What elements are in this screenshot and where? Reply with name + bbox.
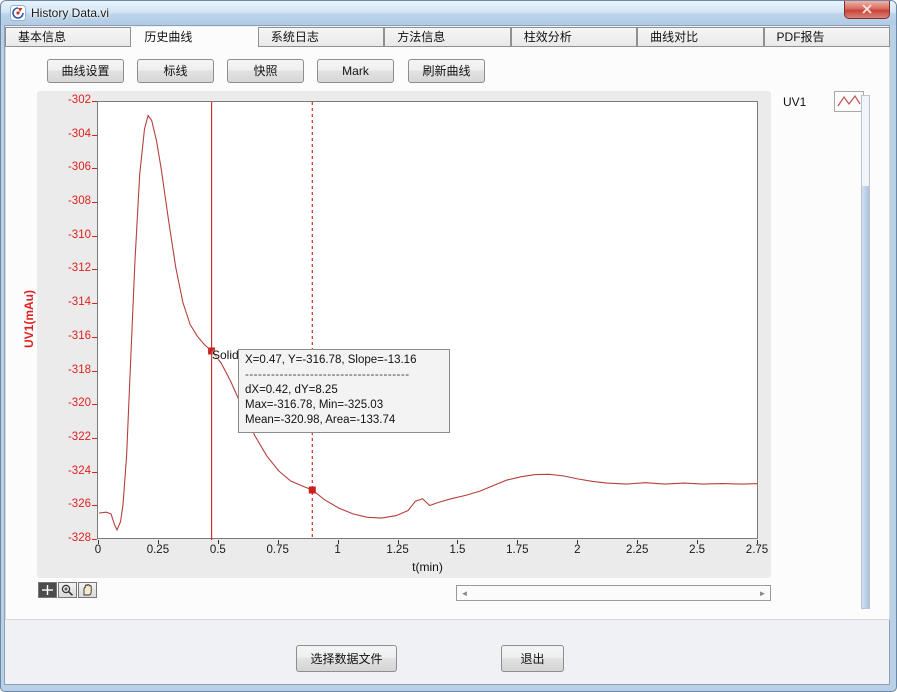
tooltip-line-meanarea: Mean=-320.98, Area=-133.74 xyxy=(245,413,443,428)
x-tick-label: 1.5 xyxy=(435,544,479,556)
toolbar-button-1[interactable]: 曲线设置 xyxy=(47,59,124,83)
x-tick-label: 2.75 xyxy=(735,544,779,556)
horizontal-scrollbar[interactable]: ◄ ► xyxy=(456,585,771,601)
close-button[interactable] xyxy=(844,1,890,19)
y-axis-title: UV1(mAu) xyxy=(22,290,36,348)
tab-2[interactable]: 历史曲线 xyxy=(131,27,257,47)
vertical-scrollbar-thumb[interactable] xyxy=(862,186,869,608)
titlebar[interactable]: History Data.vi xyxy=(1,1,896,25)
vertical-scrollbar[interactable] xyxy=(861,95,870,609)
x-tick-label: 1.75 xyxy=(495,544,539,556)
scroll-right-arrow-icon[interactable]: ► xyxy=(756,587,769,599)
y-tick-label: -320 xyxy=(47,397,91,409)
plot-area[interactable] xyxy=(97,101,758,539)
x-tick-label: 2.5 xyxy=(675,544,719,556)
y-tick-label: -302 xyxy=(47,94,91,106)
y-tick-label: -326 xyxy=(47,498,91,510)
y-tick-label: -328 xyxy=(47,532,91,544)
x-tick-label: 0.25 xyxy=(136,544,180,556)
tooltip-line-xy: X=0.47, Y=-316.78, Slope=-13.16 xyxy=(245,353,443,368)
toolbar-button-4[interactable]: Mark xyxy=(317,59,394,83)
y-tick-label: -316 xyxy=(47,330,91,342)
tab-strip: 基本信息历史曲线系统日志方法信息柱效分析曲线对比PDF报告 xyxy=(5,27,890,47)
tab-5[interactable]: 柱效分析 xyxy=(511,27,637,47)
x-tick-label: 1.25 xyxy=(376,544,420,556)
tab-3[interactable]: 系统日志 xyxy=(258,27,384,47)
legend-plot-style-button[interactable] xyxy=(834,91,864,112)
legend-channel-label[interactable]: UV1 xyxy=(783,95,806,109)
uv1-curve xyxy=(99,116,757,530)
tooltip-line-maxmin: Max=-316.78, Min=-325.03 xyxy=(245,398,443,413)
y-tick-mark xyxy=(92,539,97,540)
toolbar-button-2[interactable]: 标线 xyxy=(137,59,214,83)
labview-app-icon xyxy=(10,5,26,21)
cursor-name-label: Solid xyxy=(212,348,239,362)
tab-4[interactable]: 方法信息 xyxy=(384,27,510,47)
tooltip-separator: -------------------------------------- xyxy=(245,368,443,383)
graph-tools-palette xyxy=(38,582,97,598)
toolbar-button-3[interactable]: 快照 xyxy=(227,59,304,83)
legend-waveform-icon xyxy=(838,96,860,106)
y-tick-label: -324 xyxy=(47,465,91,477)
y-tick-label: -322 xyxy=(47,431,91,443)
y-tick-label: -314 xyxy=(47,296,91,308)
y-tick-label: -308 xyxy=(47,195,91,207)
x-tick-label: 0 xyxy=(76,544,120,556)
tooltip-line-dxdy: dX=0.42, dY=8.25 xyxy=(245,383,443,398)
cursor-tooltip: X=0.47, Y=-316.78, Slope=-13.16 --------… xyxy=(238,349,450,433)
y-tick-label: -318 xyxy=(47,364,91,376)
x-tick-label: 1 xyxy=(316,544,360,556)
x-tick-label: 0.5 xyxy=(196,544,240,556)
x-tick-label: 2 xyxy=(555,544,599,556)
zoom-tool-button[interactable] xyxy=(58,582,77,598)
y-tick-label: -304 xyxy=(47,128,91,140)
history-data-window: History Data.vi 基本信息历史曲线系统日志方法信息柱效分析曲线对比… xyxy=(0,0,897,692)
cursor-marker-dashed[interactable] xyxy=(309,487,316,494)
x-axis-title: t(min) xyxy=(97,560,758,574)
chart-svg xyxy=(98,102,757,540)
tab-1[interactable]: 基本信息 xyxy=(5,27,131,47)
window-title: History Data.vi xyxy=(31,6,109,20)
y-tick-label: -310 xyxy=(47,229,91,241)
toolbar-button-5[interactable]: 刷新曲线 xyxy=(408,59,485,83)
crosshair-tool-button[interactable] xyxy=(38,582,57,598)
select-data-file-button[interactable]: 选择数据文件 xyxy=(296,645,397,672)
pan-hand-tool-button[interactable] xyxy=(78,582,97,598)
x-tick-label: 0.75 xyxy=(256,544,300,556)
y-tick-label: -312 xyxy=(47,262,91,274)
exit-button[interactable]: 退出 xyxy=(501,645,564,672)
tab-6[interactable]: 曲线对比 xyxy=(637,27,763,47)
x-tick-label: 2.25 xyxy=(615,544,659,556)
tab-7[interactable]: PDF报告 xyxy=(764,27,890,47)
scroll-left-arrow-icon[interactable]: ◄ xyxy=(458,587,471,599)
y-tick-label: -306 xyxy=(47,161,91,173)
